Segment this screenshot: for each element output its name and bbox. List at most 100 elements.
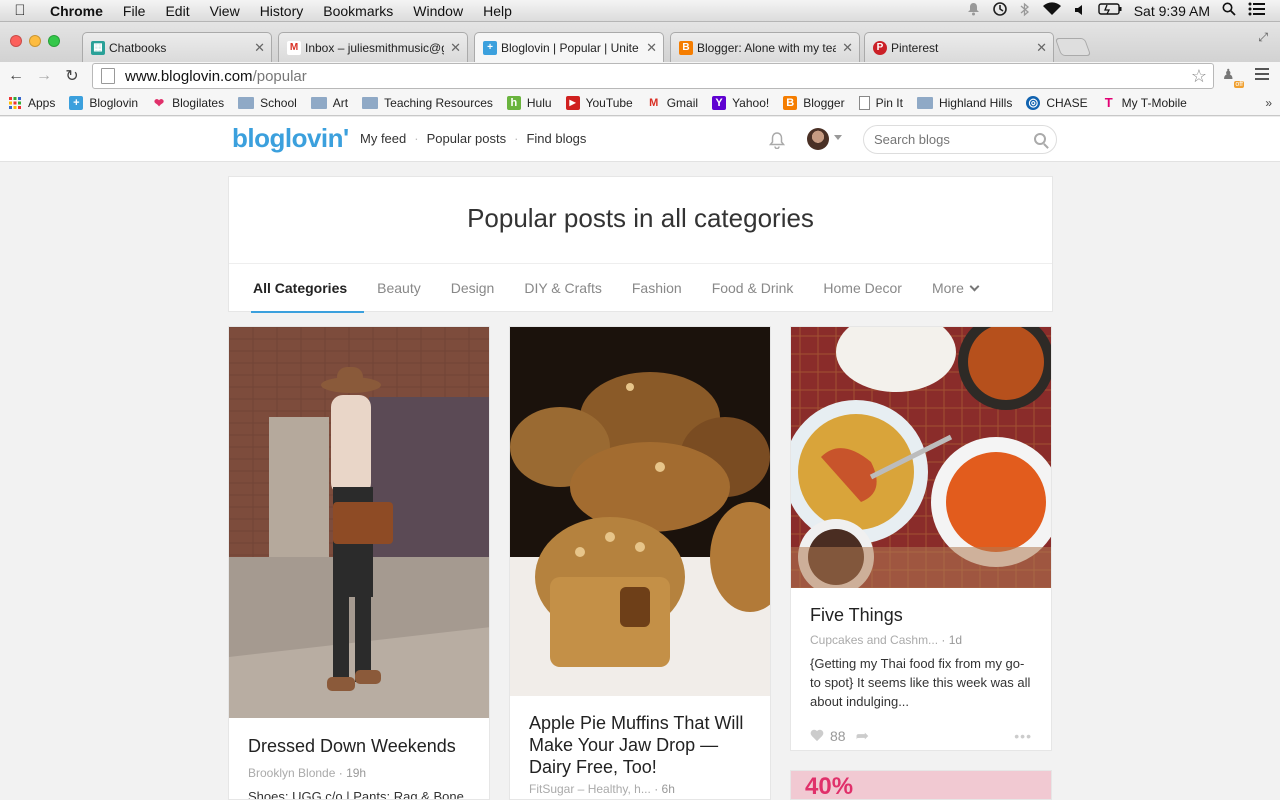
apple-logo-icon[interactable]:  [0, 2, 40, 19]
post-image-fashion[interactable] [229, 327, 489, 718]
bookmark-label: Teaching Resources [384, 95, 493, 110]
bookmark-label: Blogilates [172, 95, 225, 110]
chatbooks-icon: ▦ [91, 40, 105, 55]
search-icon[interactable] [1034, 133, 1046, 145]
fullscreen-icon[interactable]: ⤢ [1258, 30, 1268, 45]
nav-find-blogs[interactable]: Find blogs [526, 131, 586, 146]
share-arrow-icon[interactable]: ➦ [856, 726, 869, 746]
browser-toolbar: ← → ↻ www.bloglovin.com/popular ☆ ♟ off [0, 62, 1280, 90]
menu-history[interactable]: History [250, 3, 314, 19]
new-tab-button[interactable] [1054, 38, 1092, 56]
post-source[interactable]: FitSugar – Healthy, h... [529, 782, 651, 796]
bookmark-pin-it[interactable]: Pin It [858, 95, 903, 110]
post-card[interactable]: 40% [790, 770, 1052, 800]
category-design[interactable]: Design [436, 264, 510, 313]
chevron-down-icon[interactable] [834, 135, 842, 140]
post-title[interactable]: Five Things [791, 604, 1051, 626]
post-title[interactable]: Dressed Down Weekends [229, 735, 489, 757]
volume-icon[interactable] [1074, 3, 1086, 19]
bookmark-gmail[interactable]: M Gmail [647, 96, 698, 110]
menu-window[interactable]: Window [403, 3, 473, 19]
close-window-button[interactable] [10, 35, 22, 47]
heart-icon[interactable] [810, 730, 824, 742]
more-options-icon[interactable]: ••• [1014, 728, 1032, 744]
back-arrow-icon[interactable]: ← [4, 67, 28, 85]
bookmark-blogger[interactable]: B Blogger [783, 95, 845, 110]
menu-file[interactable]: File [113, 3, 156, 19]
menu-edit[interactable]: Edit [155, 3, 199, 19]
category-fashion[interactable]: Fashion [617, 264, 697, 313]
bookmark-chase[interactable]: ◎ CHASE [1026, 95, 1088, 110]
battery-icon[interactable] [1098, 2, 1122, 19]
nav-popular-posts[interactable]: Popular posts [427, 131, 507, 146]
tab-gmail-inbox[interactable]: M Inbox – juliesmithmusic@g ✕ [278, 32, 468, 62]
category-food-drink[interactable]: Food & Drink [697, 264, 809, 313]
menu-view[interactable]: View [200, 3, 250, 19]
tab-bloglovin[interactable]: + Bloglovin | Popular | Unite ✕ [474, 32, 664, 62]
bookmark-label: My T-Mobile [1121, 95, 1187, 110]
user-avatar[interactable] [807, 128, 829, 150]
bookmark-art[interactable]: Art [310, 96, 348, 110]
bluetooth-icon[interactable] [1020, 2, 1030, 20]
bookmark-school[interactable]: School [238, 96, 297, 110]
zoom-window-button[interactable] [48, 35, 60, 47]
more-bookmarks-chevron-icon[interactable]: » [1265, 96, 1280, 110]
tab-blogger[interactable]: B Blogger: Alone with my tea ✕ [670, 32, 860, 62]
search-blogs-input[interactable] [874, 132, 1024, 147]
bookmark-bloglovin[interactable]: + Bloglovin [69, 95, 138, 110]
url-host: www.bloglovin.com [125, 67, 253, 85]
notification-center-icon[interactable] [1248, 2, 1266, 19]
post-image-thai-food[interactable] [791, 327, 1051, 588]
folder-icon [362, 96, 379, 109]
category-more[interactable]: More [917, 264, 993, 313]
menu-bookmarks[interactable]: Bookmarks [313, 3, 403, 19]
bookmark-yahoo[interactable]: Y Yahoo! [712, 95, 769, 110]
tab-chatbooks[interactable]: ▦ Chatbooks ✕ [82, 32, 272, 62]
category-home-decor[interactable]: Home Decor [808, 264, 917, 313]
spotlight-search-icon[interactable] [1222, 2, 1236, 19]
bookmark-my-tmobile[interactable]: T My T-Mobile [1102, 95, 1187, 110]
wifi-icon[interactable] [1042, 2, 1062, 19]
post-title[interactable]: Apple Pie Muffins That Will Make Your Ja… [510, 712, 770, 778]
category-beauty[interactable]: Beauty [362, 264, 436, 313]
close-tab-icon[interactable]: ✕ [842, 40, 853, 56]
menu-app-name[interactable]: Chrome [40, 3, 113, 19]
post-card[interactable]: Dressed Down Weekends Brooklyn Blonde · … [228, 326, 490, 800]
url-path: /popular [252, 67, 307, 85]
bookmark-blogilates[interactable]: ❤ Blogilates [152, 96, 224, 110]
post-card[interactable]: Five Things Cupcakes and Cashm... · 1d {… [790, 326, 1052, 751]
close-tab-icon[interactable]: ✕ [450, 40, 461, 56]
post-image-muffins[interactable] [510, 327, 770, 696]
status-area: Sat 9:39 AM [967, 1, 1280, 20]
forward-arrow-icon[interactable]: → [32, 67, 56, 85]
post-card[interactable]: Apple Pie Muffins That Will Make Your Ja… [509, 326, 771, 800]
tab-pinterest[interactable]: P Pinterest ✕ [864, 32, 1054, 62]
category-all[interactable]: All Categories [251, 264, 365, 313]
notifications-bell-icon[interactable] [768, 131, 786, 150]
bookmark-apps[interactable]: Apps [8, 96, 55, 110]
close-tab-icon[interactable]: ✕ [254, 40, 265, 56]
bookmark-youtube[interactable]: ▶ YouTube [565, 95, 633, 110]
nav-my-feed[interactable]: My feed [360, 131, 406, 146]
tmobile-icon: T [1104, 95, 1113, 110]
bloglovin-logo[interactable]: bloglovin' [232, 123, 349, 154]
post-source[interactable]: Brooklyn Blonde [248, 766, 335, 780]
category-diy-crafts[interactable]: DIY & Crafts [509, 264, 617, 313]
post-source[interactable]: Cupcakes and Cashm... [810, 633, 938, 647]
reload-icon[interactable]: ↻ [60, 66, 84, 86]
bookmark-star-icon[interactable]: ☆ [1191, 66, 1207, 87]
extension-icon[interactable]: ♟ off [1222, 66, 1244, 88]
chrome-menu-icon[interactable] [1255, 68, 1269, 83]
time-machine-icon[interactable] [992, 1, 1008, 20]
bookmark-highland-hills[interactable]: Highland Hills [916, 96, 1012, 110]
notification-bell-icon[interactable] [967, 2, 980, 19]
menu-help[interactable]: Help [473, 3, 522, 19]
bookmark-teaching-resources[interactable]: Teaching Resources [362, 96, 493, 110]
bookmark-hulu[interactable]: h Hulu [506, 95, 552, 110]
address-bar[interactable]: www.bloglovin.com/popular ☆ [92, 63, 1214, 89]
clock-text[interactable]: Sat 9:39 AM [1134, 3, 1210, 19]
bookmark-label: Gmail [666, 95, 699, 110]
close-tab-icon[interactable]: ✕ [1036, 40, 1047, 56]
minimize-window-button[interactable] [29, 35, 41, 47]
close-tab-icon[interactable]: ✕ [646, 40, 657, 56]
